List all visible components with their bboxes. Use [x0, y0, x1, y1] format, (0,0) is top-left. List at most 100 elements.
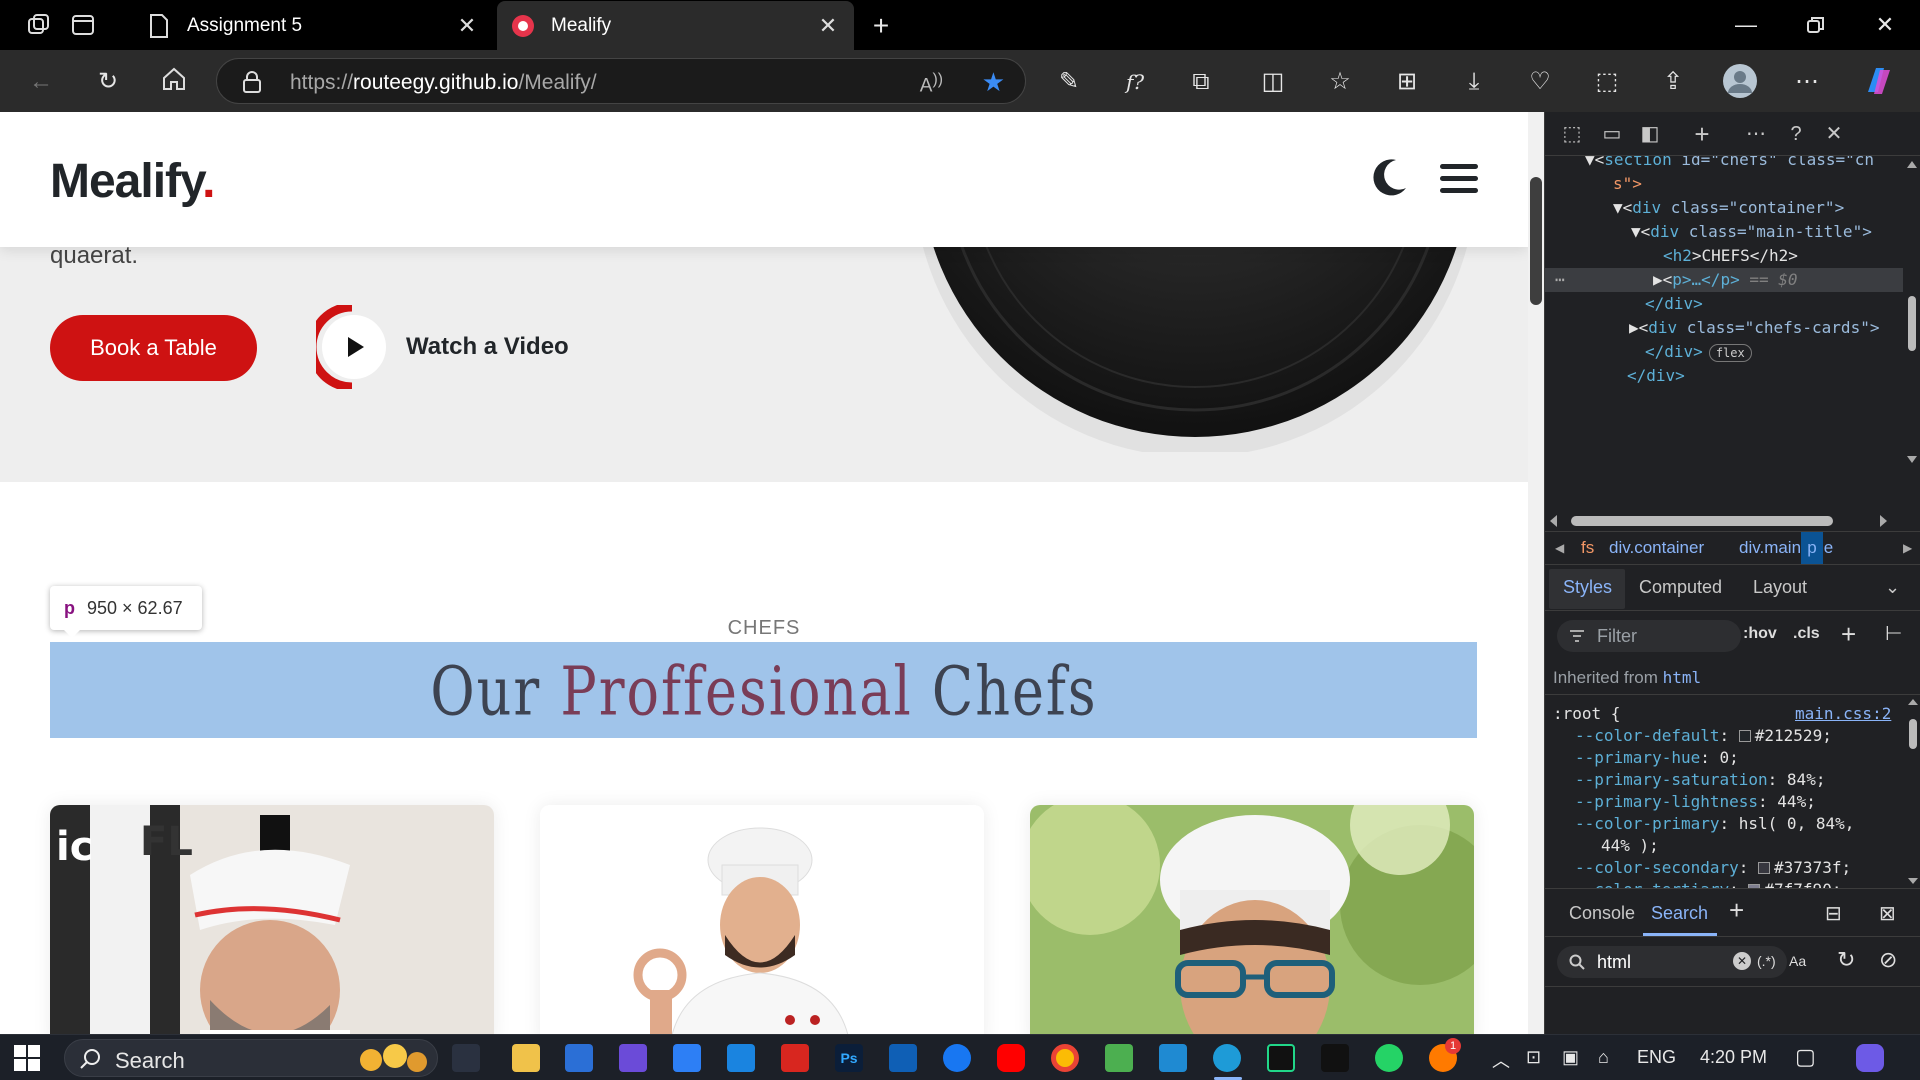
microsoft-store-icon[interactable] [565, 1044, 593, 1072]
file-explorer-icon[interactable] [512, 1044, 540, 1072]
dom-node[interactable]: </div> flex [1645, 340, 1752, 364]
style-property[interactable]: --primary-saturation: 84%; [1575, 769, 1825, 791]
taskbar-search-box[interactable]: Search [64, 1039, 438, 1077]
edge-icon[interactable] [1213, 1044, 1241, 1072]
favorites-icon[interactable]: ☆ [1323, 66, 1357, 98]
profile-avatar[interactable] [1722, 63, 1757, 98]
style-property[interactable]: --color-default: #212529; [1575, 725, 1832, 747]
home-icon[interactable] [157, 66, 191, 98]
more-tabs-chevron-icon[interactable]: ⌄ [1885, 577, 1900, 598]
dom-node[interactable]: </div> [1645, 292, 1703, 316]
style-property[interactable]: --primary-lightness: 44%; [1575, 791, 1816, 813]
hover-state-toggle[interactable]: :hov [1743, 625, 1777, 643]
add-drawer-tab-icon[interactable]: + [1729, 895, 1744, 926]
task-view-icon[interactable] [452, 1044, 480, 1072]
devtools-more-icon[interactable]: ⋯ [1743, 122, 1769, 146]
close-devtools-icon[interactable]: ✕ [1821, 122, 1847, 146]
close-window-icon[interactable]: ✕ [1855, 8, 1915, 42]
styles-rules[interactable]: :root { main.css:2 --color-default: #212… [1545, 695, 1905, 888]
dock-side-icon[interactable]: ◧ [1637, 122, 1663, 146]
dom-node[interactable]: ▼<div class="container"> [1613, 196, 1844, 220]
tab-styles[interactable]: Styles [1563, 577, 1612, 598]
add-tool-icon[interactable]: + [1689, 121, 1715, 147]
acrobat-icon[interactable] [781, 1044, 809, 1072]
favorite-star-icon[interactable]: ★ [982, 67, 1005, 98]
workspaces-icon[interactable] [24, 12, 54, 40]
dom-horizontal-scrollbar[interactable] [1545, 511, 1920, 531]
download-icon[interactable]: ⤓ [1457, 66, 1491, 98]
split-screen-icon[interactable]: ◫ [1256, 66, 1290, 98]
dom-tree[interactable]: ▼<section id="chefs" class="ch s"> ▼<div… [1545, 156, 1903, 511]
vscode-icon[interactable] [1159, 1044, 1187, 1072]
close-tab-icon[interactable]: ✕ [816, 13, 840, 39]
dom-node[interactable]: </div> [1627, 364, 1685, 388]
help-icon[interactable]: ? [1783, 122, 1809, 146]
clock[interactable]: 4:20 PM [1700, 1047, 1767, 1068]
jetbrains-icon[interactable] [1267, 1044, 1295, 1072]
clear-results-icon[interactable]: ⊘ [1879, 947, 1897, 973]
page-scrollbar[interactable] [1528, 112, 1544, 1034]
rule-source-link[interactable]: main.css:2 [1795, 703, 1891, 725]
chef-card[interactable] [540, 805, 984, 1034]
refresh-search-icon[interactable]: ↻ [1837, 947, 1855, 973]
tiktok-icon[interactable] [1321, 1044, 1349, 1072]
dom-node-selected[interactable]: ⋯ ▶<p>…</p> == $0 [1545, 268, 1903, 292]
node-actions-icon[interactable]: ⋯ [1555, 268, 1565, 292]
pen-icon[interactable]: ✎ [1052, 66, 1086, 98]
breadcrumb-item-selected[interactable]: p [1801, 532, 1823, 564]
address-bar[interactable]: https://routeegy.github.io/Mealify/ A)) … [216, 58, 1026, 104]
more-options-icon[interactable]: ⋯ [1790, 66, 1824, 98]
toggle-sidebar-icon[interactable]: ⊢ [1885, 621, 1902, 646]
windows-start-icon[interactable] [13, 1044, 41, 1072]
chef-card[interactable]: ic FL [50, 805, 494, 1034]
breadcrumb-left-arrow-icon[interactable]: ◀ [1555, 541, 1564, 555]
app-icon[interactable] [727, 1044, 755, 1072]
facebook-icon[interactable] [943, 1044, 971, 1072]
chef-card[interactable] [1030, 805, 1474, 1034]
back-icon[interactable]: ← [24, 66, 58, 98]
style-property[interactable]: --color-primary: hsl( 0, 84%, [1575, 813, 1854, 835]
minimize-icon[interactable]: — [1716, 8, 1776, 42]
app-icon[interactable]: 1 [1429, 1038, 1461, 1072]
close-tab-icon[interactable]: ✕ [455, 13, 479, 39]
formula-icon[interactable]: f? [1118, 66, 1152, 98]
network-icon[interactable]: ⌂ [1598, 1047, 1609, 1068]
youtube-icon[interactable] [997, 1044, 1025, 1072]
copilot-taskbar-icon[interactable] [1856, 1044, 1884, 1072]
breadcrumb-item[interactable]: fs [1581, 538, 1594, 558]
hamburger-menu-icon[interactable] [1440, 164, 1478, 194]
app-icon[interactable] [673, 1044, 701, 1072]
read-aloud-icon[interactable]: A)) [920, 71, 943, 97]
show-hidden-icons-icon[interactable]: ︿ [1492, 1047, 1510, 1073]
tab-layout[interactable]: Layout [1753, 577, 1807, 598]
tab-assignment[interactable]: Assignment 5 ✕ [133, 1, 493, 50]
app-icon[interactable] [1105, 1044, 1133, 1072]
breadcrumb-right-arrow-icon[interactable]: ▶ [1903, 541, 1912, 555]
watch-video-link[interactable]: Watch a Video [307, 302, 569, 392]
vertical-tabs-icon[interactable] [68, 12, 98, 40]
dom-node[interactable]: ▶<div class="chefs-cards"> [1629, 316, 1879, 340]
clear-search-icon[interactable]: ✕ [1733, 952, 1751, 970]
app-icon[interactable] [889, 1044, 917, 1072]
copilot-icon[interactable] [1860, 62, 1894, 94]
class-toggle[interactable]: .cls [1793, 625, 1820, 643]
screenshot-icon[interactable]: ⬚ [1590, 66, 1624, 98]
tab-search[interactable]: Search [1651, 903, 1708, 924]
language-indicator[interactable]: ENG [1637, 1047, 1676, 1068]
inspect-element-icon[interactable]: ⬚ [1559, 122, 1585, 146]
performance-icon[interactable]: ♡ [1523, 66, 1557, 98]
collections-icon[interactable]: ⊞ [1390, 66, 1424, 98]
tray-icon[interactable]: ⊡ [1526, 1047, 1541, 1068]
dock-drawer-icon[interactable]: ⊟ [1825, 901, 1842, 926]
extensions-icon[interactable]: ⧉ [1184, 66, 1218, 98]
styles-scrollbar[interactable] [1905, 695, 1920, 888]
close-drawer-icon[interactable]: ⊠ [1879, 901, 1896, 926]
whatsapp-icon[interactable] [1375, 1044, 1403, 1072]
share-icon[interactable]: ⇪ [1656, 66, 1690, 98]
breadcrumb-item[interactable]: div.container [1609, 538, 1704, 558]
new-tab-icon[interactable]: + [866, 12, 896, 40]
notifications-icon[interactable]: ▢ [1795, 1044, 1816, 1070]
refresh-icon[interactable]: ↻ [91, 66, 125, 98]
tray-icon[interactable]: ▣ [1562, 1047, 1579, 1068]
style-property[interactable]: --color-secondary: #37373f; [1575, 857, 1851, 879]
